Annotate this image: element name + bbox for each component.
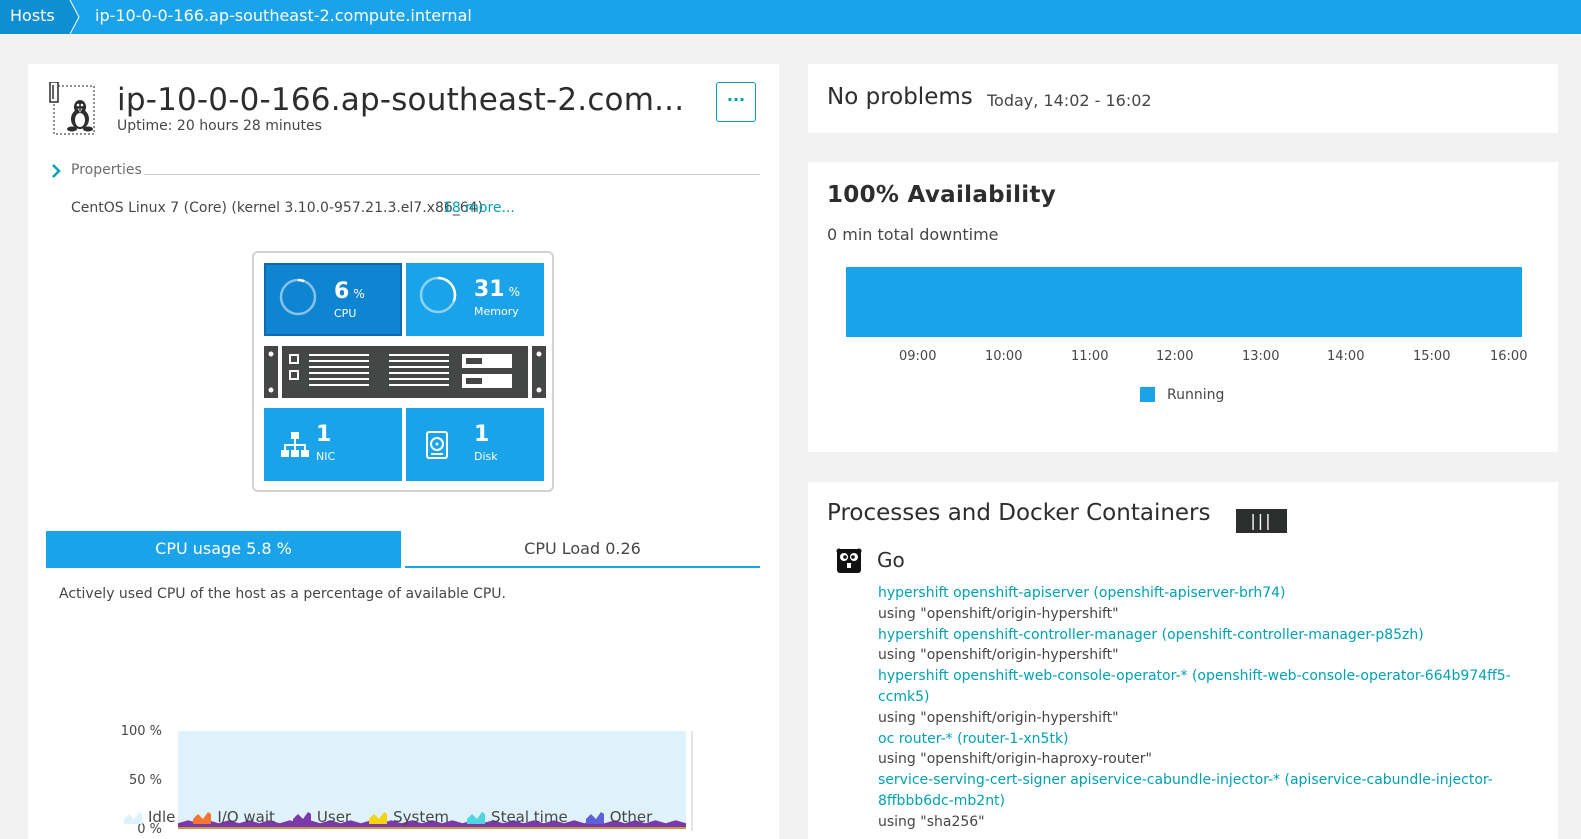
memory-label: Memory [474, 305, 519, 318]
availability-tick: 10:00 [985, 349, 1023, 364]
process-link[interactable]: oc router-* (router-1-xn5tk) [878, 729, 1538, 750]
process-image: using "sha256" [878, 813, 985, 830]
legend-item[interactable]: User [292, 808, 352, 826]
legend-label: Idle [148, 808, 176, 826]
processes-title: Processes and Docker Containers [827, 500, 1211, 526]
more-actions-button[interactable]: ··· [716, 82, 756, 122]
page-title: ip-10-0-0-166.ap-southeast-2.com... [117, 82, 685, 118]
disk-count: 1 [474, 422, 490, 447]
legend-label: Steal time [491, 808, 568, 826]
uptime-text: Uptime: 20 hours 28 minutes [117, 118, 322, 134]
divider [144, 174, 760, 175]
processes-view-toggle[interactable]: ||| [1236, 509, 1287, 533]
process-group-go: Go [877, 548, 905, 572]
memory-unit: % [508, 285, 521, 299]
breadcrumb-hosts-link[interactable]: Hosts [0, 0, 70, 34]
legend-label: Other [609, 808, 653, 826]
os-info: CentOS Linux 7 (Core) (kernel 3.10.0-957… [71, 200, 484, 216]
host-overview-card: ip-10-0-0-166.ap-southeast-2.com... Upti… [28, 64, 779, 839]
nic-tile[interactable]: 1 NIC [264, 408, 402, 481]
availability-tick: 13:00 [1242, 349, 1280, 364]
memory-value: 31 [474, 277, 505, 302]
legend-item[interactable]: Steal time [467, 808, 568, 826]
process-link[interactable]: service-serving-cert-signer apiservice-c… [878, 770, 1538, 812]
running-legend-label: Running [1167, 387, 1225, 403]
running-legend-swatch [1140, 387, 1155, 402]
availability-title: 100% Availability [827, 182, 1057, 208]
process-link[interactable]: hypershift openshift-web-console-operato… [878, 666, 1538, 708]
legend-swatch-icon [193, 812, 212, 824]
process-image: using "openshift/origin-hypershift" [878, 647, 1119, 664]
availability-tick: 16:00 [1490, 349, 1528, 364]
process-image: using "openshift/origin-hypershift" [878, 709, 1119, 726]
process-list: hypershift openshift-apiserver (openshif… [878, 583, 1538, 833]
cpu-label: CPU [334, 307, 357, 320]
nic-label: NIC [316, 450, 336, 463]
cpu-value: 6 [334, 279, 350, 304]
breadcrumb: Hosts ip-10-0-0-166.ap-southeast-2.compu… [0, 0, 1581, 34]
legend-swatch-icon [467, 812, 486, 824]
process-image: using "openshift/origin-haproxy-router" [878, 751, 1152, 768]
cpu-description: Actively used CPU of the host as a perce… [59, 586, 507, 602]
legend-swatch-icon [124, 812, 142, 824]
availability-tick: 09:00 [899, 349, 937, 364]
disk-tile[interactable]: 1 Disk [406, 408, 544, 481]
legend-label: System [393, 808, 450, 826]
cpu-gauge-icon [279, 278, 317, 316]
chevron-right-icon[interactable] [50, 163, 62, 179]
availability-tick: 15:00 [1413, 349, 1451, 364]
availability-card: 100% Availability 0 min total downtime R… [808, 162, 1558, 452]
legend-label: I/O wait [217, 808, 275, 826]
server-rack-icon [264, 346, 546, 398]
legend-item[interactable]: Idle [124, 808, 175, 826]
breadcrumb-current-host[interactable]: ip-10-0-0-166.ap-southeast-2.compute.int… [95, 0, 472, 32]
availability-bar[interactable] [846, 267, 1522, 337]
legend-item[interactable]: Other [585, 808, 653, 826]
go-gopher-icon [836, 548, 862, 573]
legend-item[interactable]: System [369, 808, 449, 826]
processes-card: Processes and Docker Containers ||| Go h… [808, 482, 1558, 839]
y-tick-label: 50 % [129, 773, 162, 788]
process-link[interactable]: hypershift openshift-controller-manager … [878, 625, 1538, 646]
availability-tick: 11:00 [1071, 349, 1109, 364]
legend-swatch-icon [292, 812, 311, 824]
availability-tick: 12:00 [1156, 349, 1194, 364]
tab-cpu-usage[interactable]: CPU usage 5.8 % [46, 531, 401, 568]
legend-swatch-icon [369, 812, 388, 824]
tab-cpu-load[interactable]: CPU Load 0.26 [405, 531, 760, 568]
host-infographic: 6% CPU 31% Memory 1 NIC 1 Disk [252, 251, 554, 492]
disk-label: Disk [474, 450, 498, 463]
availability-tick: 14:00 [1327, 349, 1365, 364]
legend-item[interactable]: I/O wait [193, 808, 275, 826]
nic-count: 1 [316, 422, 332, 447]
downtime-text: 0 min total downtime [827, 225, 999, 244]
memory-gauge-icon [419, 276, 457, 314]
properties-toggle[interactable]: Properties [71, 162, 142, 178]
problems-card: No problems Today, 14:02 - 16:02 [808, 64, 1558, 133]
y-tick-label: 100 % [121, 724, 162, 739]
process-link[interactable]: hypershift openshift-apiserver (openshif… [878, 583, 1538, 604]
cpu-unit: % [353, 287, 365, 301]
memory-tile[interactable]: 31% Memory [406, 263, 544, 336]
legend-label: User [316, 808, 352, 826]
breadcrumb-separator-icon [66, 0, 80, 34]
network-icon [281, 432, 309, 457]
cpu-chart-legend: Idle I/O wait User System Steal time Other [124, 808, 670, 826]
problems-timeframe: Today, 14:02 - 16:02 [987, 91, 1152, 110]
problems-title[interactable]: No problems [827, 84, 973, 110]
cpu-tile[interactable]: 6% CPU [264, 263, 402, 336]
more-properties-link[interactable]: 18 more... [443, 200, 515, 216]
disk-icon [426, 431, 448, 459]
linux-host-icon [49, 82, 95, 135]
legend-swatch-icon [585, 812, 604, 824]
process-image: using "openshift/origin-hypershift" [878, 605, 1119, 622]
